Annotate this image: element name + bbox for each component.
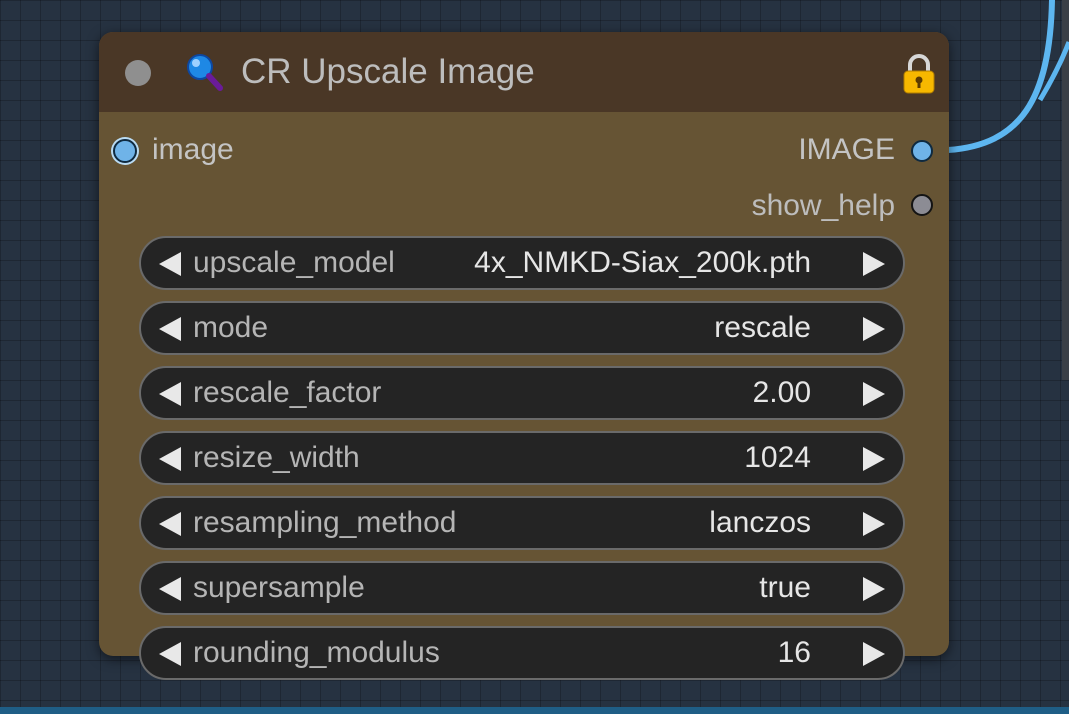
decrement-arrow-icon[interactable] [157,575,183,603]
widget-value: 4x_NMKD-Siax_200k.pth [474,246,811,279]
rounding-modulus-number[interactable]: rounding_modulus 16 [139,626,905,680]
image-input-label: image [152,133,234,166]
image-output-slot[interactable] [911,140,933,162]
widget-name: upscale_model [193,246,395,279]
node-header[interactable]: CR Upscale Image [99,32,949,112]
increment-arrow-icon[interactable] [861,315,887,343]
widget-name: supersample [193,571,365,604]
supersample-combo[interactable]: supersample true [139,561,905,615]
canvas-bottom-edge [0,707,1069,714]
decrement-arrow-icon[interactable] [157,445,183,473]
widget-name: rounding_modulus [193,636,440,669]
show-help-output-label: show_help [751,189,895,222]
upscale-model-combo[interactable]: upscale_model 4x_NMKD-Siax_200k.pth [139,236,905,290]
widget-value: true [759,571,811,604]
widget-value: rescale [714,311,811,344]
node-title: CR Upscale Image [241,52,535,91]
image-input-slot[interactable] [113,139,137,163]
mode-combo[interactable]: mode rescale [139,301,905,355]
resize-width-number[interactable]: resize_width 1024 [139,431,905,485]
decrement-arrow-icon[interactable] [157,250,183,278]
decrement-arrow-icon[interactable] [157,315,183,343]
cr-upscale-image-node[interactable]: CR Upscale Image image IMAGE show_help u… [99,32,949,680]
widget-value: 1024 [744,441,811,474]
widget-value: 16 [777,636,811,669]
image-output-label: IMAGE [798,133,895,166]
increment-arrow-icon[interactable] [861,380,887,408]
decrement-arrow-icon[interactable] [157,640,183,668]
decrement-arrow-icon[interactable] [157,380,183,408]
rescale-factor-number[interactable]: rescale_factor 2.00 [139,366,905,420]
increment-arrow-icon[interactable] [861,250,887,278]
magnifier-icon [187,54,223,91]
widget-name: resize_width [193,441,360,474]
node-graph-canvas[interactable]: CR Upscale Image image IMAGE show_help u… [0,0,1069,714]
increment-arrow-icon[interactable] [861,640,887,668]
resampling-method-combo[interactable]: resampling_method lanczos [139,496,905,550]
increment-arrow-icon[interactable] [861,445,887,473]
widget-name: resampling_method [193,506,457,539]
canvas-scrollbar[interactable] [1062,0,1069,380]
widget-value: 2.00 [752,376,811,409]
show-help-output-slot[interactable] [911,194,933,216]
increment-arrow-icon[interactable] [861,575,887,603]
widget-name: mode [193,311,269,344]
widget-name: rescale_factor [193,376,382,409]
increment-arrow-icon[interactable] [861,510,887,538]
widget-value: lanczos [709,506,811,539]
collapse-dot-icon[interactable] [125,60,151,86]
decrement-arrow-icon[interactable] [157,510,183,538]
lock-icon[interactable] [901,54,937,94]
